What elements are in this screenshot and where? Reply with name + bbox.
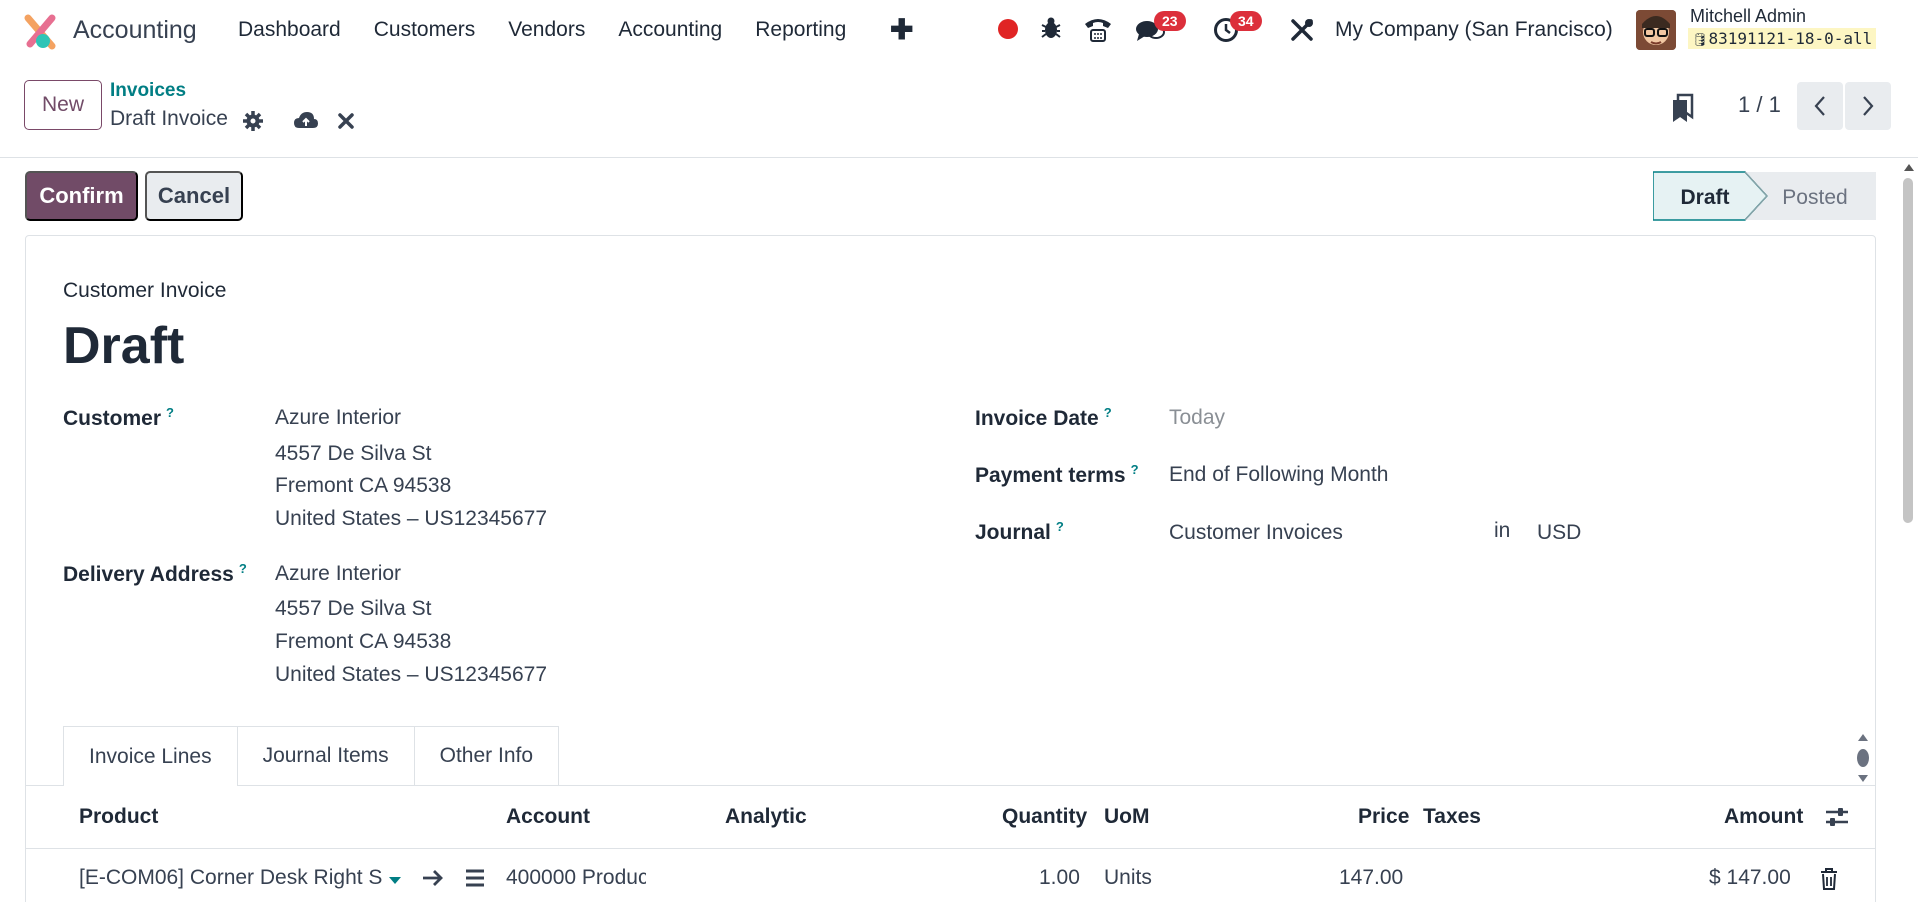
journal-label: Journal?: [975, 519, 1064, 544]
record-icon[interactable]: [998, 19, 1018, 39]
user-name[interactable]: Mitchell Admin: [1690, 6, 1806, 27]
row-quantity[interactable]: 1.00: [1039, 866, 1080, 890]
col-price[interactable]: Price: [1358, 805, 1409, 829]
optional-columns-icon[interactable]: [1825, 806, 1849, 828]
payment-terms-help-icon[interactable]: ?: [1131, 462, 1139, 477]
customer-name[interactable]: Azure Interior: [275, 406, 401, 430]
invoice-title: Draft: [63, 317, 185, 375]
delivery-help-icon[interactable]: ?: [239, 561, 247, 576]
row-amount: $ 147.00: [1709, 866, 1791, 889]
confirm-button[interactable]: Confirm: [25, 171, 138, 221]
scroll-up-arrow-icon[interactable]: [1903, 162, 1915, 172]
customer-city: Fremont CA 94538: [275, 474, 452, 497]
tab-other-info[interactable]: Other Info: [414, 726, 560, 786]
pager-previous-button[interactable]: [1797, 82, 1843, 130]
delivery-city: Fremont CA 94538: [275, 630, 452, 653]
breadcrumb-invoices[interactable]: Invoices: [110, 80, 186, 102]
journal-help-icon[interactable]: ?: [1056, 519, 1064, 534]
user-avatar[interactable]: [1636, 10, 1676, 50]
delivery-address-label: Delivery Address?: [63, 561, 247, 586]
col-analytic[interactable]: Analytic: [725, 805, 807, 829]
col-product[interactable]: Product: [79, 805, 158, 829]
pager-next-button[interactable]: [1845, 82, 1891, 130]
discard-close-icon[interactable]: [337, 112, 355, 130]
menu-vendors[interactable]: Vendors: [508, 18, 585, 42]
control-panel: New Invoices Draft Invoice 1 / 1: [0, 62, 1918, 158]
customer-label: Customer?: [63, 405, 174, 430]
new-button[interactable]: New: [24, 80, 102, 130]
debug-bug-icon[interactable]: [1040, 16, 1062, 40]
settings-tools-icon[interactable]: [1289, 17, 1315, 43]
app-name[interactable]: Accounting: [73, 16, 197, 45]
invoice-date-label: Invoice Date?: [975, 405, 1112, 430]
col-amount[interactable]: Amount: [1724, 805, 1803, 829]
trash-icon[interactable]: [1820, 868, 1838, 890]
messages-count-badge: 23: [1154, 11, 1186, 31]
status-draft-label: Draft: [1680, 186, 1729, 209]
menu-accounting[interactable]: Accounting: [618, 18, 722, 42]
plus-icon[interactable]: ✚: [890, 13, 913, 46]
row-uom[interactable]: Units: [1104, 866, 1152, 890]
company-switcher[interactable]: My Company (San Francisco): [1335, 18, 1613, 42]
status-bar: Draft Posted: [1653, 171, 1876, 221]
chevron-left-icon: [1814, 96, 1825, 116]
list-details-icon[interactable]: [464, 868, 486, 888]
col-taxes[interactable]: Taxes: [1423, 805, 1481, 829]
pager-value[interactable]: 1 / 1: [1738, 92, 1781, 118]
journal-field[interactable]: Customer Invoices: [1169, 521, 1343, 545]
arrow-right-icon[interactable]: [421, 868, 445, 888]
customer-street: 4557 De Silva St: [275, 442, 432, 465]
top-navbar: Accounting Dashboard Customers Vendors A…: [0, 0, 1918, 62]
tab-journal-items[interactable]: Journal Items: [237, 726, 415, 786]
col-quantity[interactable]: Quantity: [1002, 805, 1087, 829]
save-cloud-icon[interactable]: [293, 110, 319, 132]
drag-scroll-handle-icon[interactable]: [1856, 732, 1870, 784]
database-name: 🛢83191121-18-0-all: [1688, 28, 1877, 49]
notebook-tabs: Invoice Lines Journal Items Other Info: [63, 726, 560, 786]
activities-count-badge: 34: [1230, 11, 1262, 31]
page-scrollbar[interactable]: [1903, 178, 1913, 523]
customer-help-icon[interactable]: ?: [166, 405, 174, 420]
main-menu: Dashboard Customers Vendors Accounting R…: [238, 18, 879, 42]
delivery-name[interactable]: Azure Interior: [275, 562, 401, 586]
invoice-date-help-icon[interactable]: ?: [1104, 405, 1112, 420]
menu-dashboard[interactable]: Dashboard: [238, 18, 341, 42]
cancel-button[interactable]: Cancel: [145, 171, 243, 221]
menu-reporting[interactable]: Reporting: [755, 18, 846, 42]
invoice-date-input[interactable]: Today: [1169, 406, 1225, 430]
row-product[interactable]: [E-COM06] Corner Desk Right S: [79, 866, 385, 890]
bookmark-icon[interactable]: [1670, 93, 1696, 123]
caret-down-icon[interactable]: [388, 876, 402, 886]
delivery-country: United States – US12345677: [275, 663, 548, 686]
delivery-street: 4557 De Silva St: [275, 597, 432, 620]
status-posted-label: Posted: [1782, 186, 1847, 209]
app-logo-icon[interactable]: [22, 14, 58, 50]
table-header-divider: [25, 848, 1876, 849]
col-account[interactable]: Account: [506, 805, 590, 829]
customer-country: United States – US12345677: [275, 507, 548, 530]
menu-customers[interactable]: Customers: [374, 18, 476, 42]
payment-terms-label: Payment terms?: [975, 462, 1139, 487]
gear-icon[interactable]: [242, 110, 264, 132]
database-icon: 🛢: [1692, 33, 1709, 48]
row-account[interactable]: 400000 Produc: [506, 866, 646, 890]
payment-terms-field[interactable]: End of Following Month: [1169, 463, 1388, 487]
journal-in-label: in: [1494, 519, 1511, 542]
chevron-right-icon: [1863, 96, 1874, 116]
col-uom[interactable]: UoM: [1104, 805, 1150, 829]
phone-icon[interactable]: [1083, 15, 1113, 43]
currency-field[interactable]: USD: [1537, 521, 1581, 545]
invoice-type: Customer Invoice: [63, 279, 227, 302]
row-price[interactable]: 147.00: [1339, 866, 1403, 890]
tab-invoice-lines[interactable]: Invoice Lines: [63, 726, 238, 786]
breadcrumb-current: Draft Invoice: [110, 107, 228, 130]
